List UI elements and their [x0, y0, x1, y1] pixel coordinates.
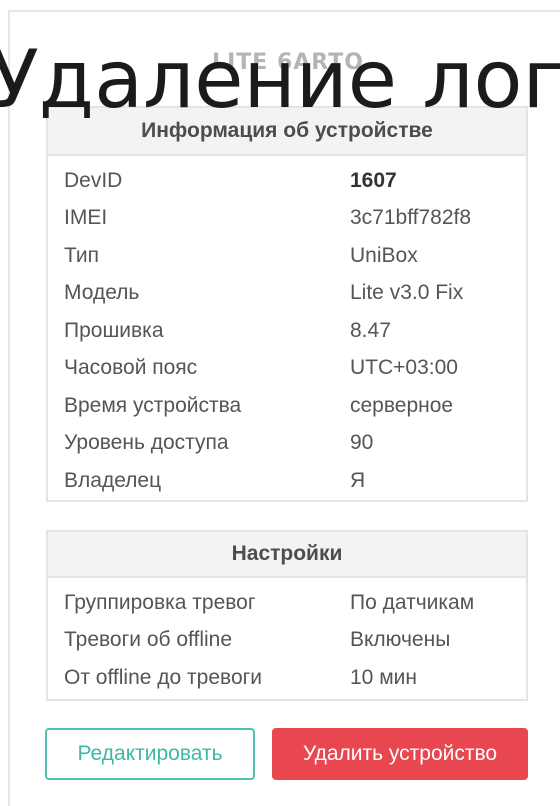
settings-value: 10 мин [350, 665, 417, 689]
info-row-type: Тип UniBox [48, 237, 526, 275]
info-value: UTC+03:00 [350, 356, 458, 380]
info-label: DevID [64, 168, 123, 192]
settings-rows: Группировка тревог По датчикам Тревоги о… [48, 578, 526, 697]
info-value: 1607 [350, 168, 397, 192]
info-label: IMEI [64, 206, 108, 230]
delete-device-button[interactable]: Удалить устройство [272, 728, 528, 780]
info-row-model: Модель Lite v3.0 Fix [48, 275, 526, 313]
settings-label: Тревоги об offline [64, 628, 233, 652]
info-row-firmware: Прошивка 8.47 [48, 312, 526, 350]
settings-row-alarm-grouping: Группировка тревог По датчикам [48, 584, 526, 622]
info-value: UniBox [350, 243, 418, 267]
device-info-panel: Информация об устройстве DevID 1607 IMEI… [46, 106, 528, 502]
info-label: Прошивка [64, 318, 164, 342]
settings-value: Включены [350, 628, 451, 652]
info-row-access-level: Уровень доступа 90 [48, 425, 526, 463]
info-value: Я [350, 468, 366, 492]
settings-header: Настройки [48, 532, 526, 578]
info-label: Уровень доступа [64, 431, 229, 455]
settings-panel: Настройки Группировка тревог По датчикам… [46, 530, 528, 701]
settings-row-offline-alarms: Тревоги об offline Включены [48, 622, 526, 660]
info-value: 3c71bff782f8 [350, 206, 472, 230]
info-row-owner: Владелец Я [48, 462, 526, 500]
info-value: 8.47 [350, 318, 391, 342]
device-info-rows: DevID 1607 IMEI 3c71bff782f8 Тип UniBox … [48, 156, 526, 500]
info-value: серверное [350, 393, 454, 417]
info-label: Время устройства [64, 393, 242, 417]
overlay-title: Удаление логг [0, 33, 560, 126]
settings-value: По датчикам [350, 590, 475, 614]
info-row-timezone: Часовой пояс UTC+03:00 [48, 350, 526, 388]
settings-label: От offline до тревоги [64, 665, 263, 689]
info-label: Тип [64, 243, 100, 267]
info-label: Часовой пояс [64, 356, 198, 380]
info-row-device-time: Время устройства серверное [48, 387, 526, 425]
info-label: Модель [64, 281, 140, 305]
info-value: Lite v3.0 Fix [350, 281, 464, 305]
info-row-imei: IMEI 3c71bff782f8 [48, 200, 526, 238]
info-label: Владелец [64, 468, 162, 492]
info-value: 90 [350, 431, 374, 455]
edit-button[interactable]: Редактировать [45, 728, 255, 780]
settings-label: Группировка тревог [64, 590, 256, 614]
info-row-devid: DevID 1607 [48, 162, 526, 200]
device-card-page: LITE 6ARTO Удаление логг Информация об у… [0, 0, 560, 806]
settings-row-offline-delay: От offline до тревоги 10 мин [48, 659, 526, 697]
